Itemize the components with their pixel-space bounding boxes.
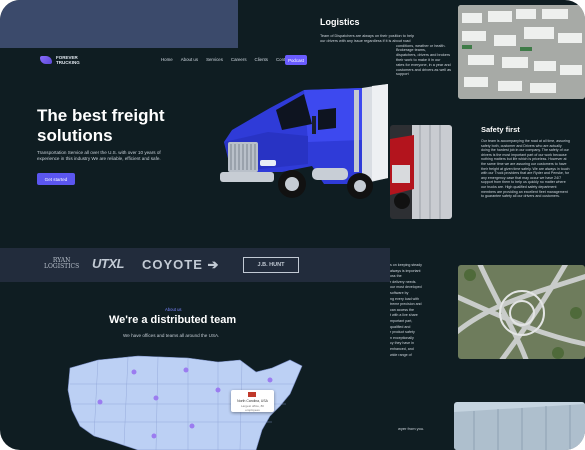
jb-hunt-logo: J.B. HUNT: [243, 257, 299, 273]
brand-logo[interactable]: FOREVER TRUCKING: [40, 55, 80, 65]
showcase-frame: FOREVER TRUCKING Home About us Services …: [0, 0, 585, 450]
main-nav: Home About us Services Careers Clients C…: [161, 57, 293, 62]
logo-text: FOREVER TRUCKING: [56, 55, 80, 65]
ryan-line-2: LOGISTICS: [44, 263, 80, 270]
podcast-button[interactable]: Podcast: [285, 55, 307, 65]
tooltip-city: North Carolina, USA: [237, 399, 268, 403]
get-started-button[interactable]: Get started: [37, 173, 75, 185]
nav-item-services[interactable]: Services: [206, 57, 223, 62]
safety-title: Safety first: [481, 125, 520, 134]
red-truck-photo: [390, 125, 452, 219]
technology-text: s on keeping steady always is important …: [390, 263, 454, 358]
team-subtitle: We have offices and teams all around the…: [123, 333, 220, 338]
tooltip-detail: Largest office, 80 employees: [241, 404, 264, 412]
technology-line: wide range of: [390, 352, 412, 357]
safety-text: Our team is accompanying the road at all…: [481, 139, 585, 199]
hero-title: The best freight solutions: [37, 106, 165, 145]
logo-icon: [40, 56, 52, 64]
safety-line: Our team is accompanying the road at all…: [481, 139, 570, 143]
nav-item-about[interactable]: About us: [181, 57, 198, 62]
nav-item-careers[interactable]: Careers: [231, 57, 247, 62]
warehouse-photo: [454, 402, 585, 450]
header-block: [0, 0, 238, 48]
nav-item-home[interactable]: Home: [161, 57, 173, 62]
safety-line: to guarantee safety all our drivers and …: [481, 194, 560, 199]
usa-flag-icon: [248, 392, 256, 397]
highway-interchange-photo: [458, 265, 585, 359]
logo-line-2: TRUCKING: [56, 60, 80, 65]
nav-item-clients[interactable]: Clients: [255, 57, 268, 62]
coyote-text: COYOTE: [142, 257, 203, 272]
logistics-line: customers and drivers as well as support: [396, 67, 452, 77]
logistics-text: Team of Dispatchers are always on their …: [320, 34, 452, 77]
logistics-line: conditions, weather or health. Brokerage…: [396, 43, 446, 53]
coyote-arrow-icon: ➔: [202, 257, 220, 272]
office-tooltip: North Carolina, USA Largest office, 80 e…: [231, 390, 274, 412]
footer-text: wyer from you.: [398, 426, 425, 431]
ryan-logistics-logo: RYAN LOGISTICS: [44, 258, 79, 270]
utxl-logo: UTXL: [92, 256, 124, 271]
coyote-logo: COYOTE ➔: [142, 257, 219, 273]
truck-yard-photo: [458, 5, 585, 99]
blue-truck-image: [220, 84, 388, 199]
about-us-tag: About us: [165, 307, 182, 312]
team-title: We're a distributed team: [109, 314, 237, 326]
hero-description: Transportation Service all over the U.S.…: [37, 150, 161, 161]
logistics-title: Logistics: [320, 17, 360, 27]
